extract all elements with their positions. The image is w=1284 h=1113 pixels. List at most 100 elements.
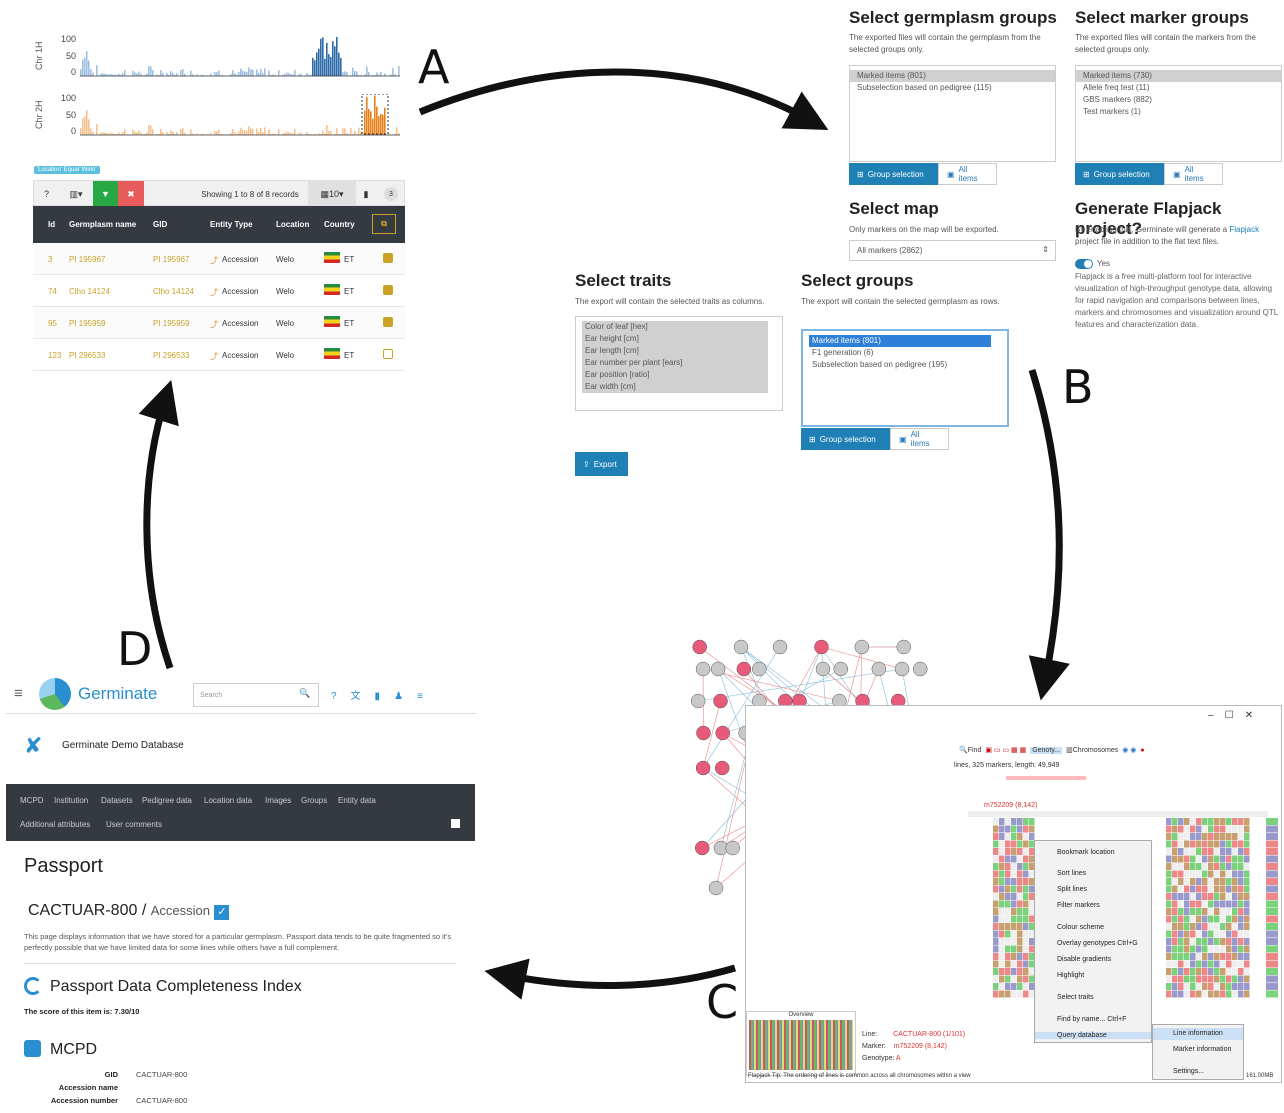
search-icon[interactable]: 🔍 (299, 688, 310, 699)
chromosome-chart-2h[interactable]: Chr 2H 100 50 0 (34, 93, 404, 136)
nav-item[interactable]: User comments (106, 820, 162, 829)
nav-item[interactable]: Additional attributes (20, 820, 90, 829)
nav-item[interactable]: Location data (204, 796, 252, 805)
trash-icon[interactable]: ▮ (356, 181, 376, 207)
page-size-select[interactable]: ▦ 10 ▾ (308, 181, 356, 207)
cell-id[interactable]: 74 (48, 287, 57, 296)
groups-list[interactable]: Marked items (801) F1 generation (6) Sub… (801, 329, 1009, 427)
nav-item[interactable]: Groups (301, 796, 327, 805)
menu-item[interactable]: Query database (1035, 1032, 1151, 1039)
pedigree-node[interactable] (736, 661, 752, 677)
pedigree-node[interactable] (815, 661, 831, 677)
list-item[interactable]: Ear width [cm] (585, 381, 765, 393)
traits-list[interactable]: Color of leaf [hex] Ear height [cm] Ear le… (575, 316, 783, 411)
pedigree-node[interactable] (896, 639, 912, 655)
nav-icons[interactable]: ◉ ◉ (1122, 746, 1136, 754)
list-item[interactable]: GBS markers (882) (1076, 94, 1281, 106)
pedigree-node[interactable] (690, 693, 706, 709)
pedigree-node[interactable] (912, 661, 928, 677)
pedigree-node[interactable] (694, 840, 710, 856)
row-checkbox[interactable] (383, 317, 393, 327)
cell-id[interactable]: 123 (48, 351, 61, 360)
help-icon[interactable]: ? (34, 181, 59, 207)
all-items-button[interactable]: ▣ All items (938, 163, 997, 185)
menu-item-marker-info[interactable]: Marker information (1173, 1046, 1231, 1053)
nav-item[interactable]: Images (265, 796, 291, 805)
cell-name[interactable]: PI 195967 (69, 255, 105, 264)
list-item[interactable]: F1 generation (6) (809, 347, 991, 359)
flapjack-toggle[interactable] (1075, 259, 1093, 269)
toolbar-icons[interactable]: ▣ ▭ ▭ ▦ ▦ (985, 746, 1026, 754)
pedigree-node[interactable] (725, 840, 740, 856)
window-controls[interactable]: – ☐ ✕ (1208, 710, 1253, 721)
menu-item-line-info[interactable]: Line information (1153, 1028, 1243, 1040)
marked-count-badge[interactable]: 3 (384, 187, 398, 201)
nav-item[interactable]: Pedigree data (142, 796, 192, 805)
chromosome-chart-1h[interactable]: Chr 1H 100 50 0 (34, 34, 404, 77)
pedigree-node[interactable] (710, 661, 726, 677)
list-item[interactable]: Marked items (801) (850, 70, 1055, 82)
group-selection-button[interactable]: ⊞ Group selection (1075, 163, 1164, 185)
list-item[interactable]: Subselection based on pedigree (115) (850, 82, 1055, 94)
list-item[interactable]: Subselection based on pedigree (195) (809, 359, 991, 371)
pedigree-node[interactable] (714, 760, 730, 776)
row-checkbox[interactable] (383, 349, 393, 359)
brand-name[interactable]: Germinate (78, 684, 157, 704)
help-icon[interactable]: ● (1140, 747, 1144, 754)
map-select[interactable]: All markers (2862) ⇕ (849, 240, 1056, 261)
col-location[interactable]: Location (276, 220, 309, 229)
pedigree-node[interactable] (713, 693, 728, 709)
cell-gid[interactable]: PI 195967 (153, 255, 189, 264)
marker-groups-list[interactable]: Marked items (730) Allele freq test (11)… (1075, 65, 1282, 162)
row-checkbox[interactable] (383, 253, 393, 263)
marked-checkbox-icon[interactable]: ✓ (214, 905, 230, 920)
cell-gid[interactable]: PI 195959 (153, 319, 189, 328)
nav-item[interactable]: MCPD (20, 796, 44, 805)
menu-item[interactable]: Overlay genotypes Ctrl+G (1057, 940, 1138, 947)
col-id[interactable]: Id (48, 220, 55, 229)
menu-item[interactable]: Disable gradients (1057, 956, 1111, 963)
cell-name[interactable]: Clho 14124 (69, 287, 110, 296)
table-row[interactable]: 123 PI 296533 PI 296533 ⤴ Accession Welo… (33, 339, 405, 371)
cell-gid[interactable]: PI 296533 (153, 351, 189, 360)
germplasm-groups-list[interactable]: Marked items (801) Subselection based on… (849, 65, 1056, 162)
nav-checkbox-icon[interactable] (451, 819, 460, 828)
list-item[interactable]: Ear position [ratio] (585, 369, 765, 381)
pedigree-node[interactable] (772, 639, 788, 655)
list-item[interactable]: Test markers (1) (1076, 106, 1281, 118)
list-item[interactable]: Marked items (801) (809, 335, 991, 347)
menu-item[interactable]: Split lines (1057, 886, 1087, 893)
group-selection-button[interactable]: ⊞ Group selection (849, 163, 938, 185)
menu-item-settings[interactable]: Settings... (1173, 1068, 1204, 1075)
list-item[interactable]: Allele freq test (11) (1076, 82, 1281, 94)
all-items-button[interactable]: ▣ All items (890, 428, 949, 450)
menu-item[interactable]: Select traits (1057, 994, 1094, 1001)
delete-filter-icon[interactable]: ✖ (118, 181, 144, 207)
list-item[interactable]: Ear length [cm] (585, 345, 765, 357)
pedigree-node[interactable] (696, 725, 711, 741)
cell-id[interactable]: 3 (48, 255, 52, 264)
col-name[interactable]: Germplasm name (69, 220, 136, 229)
row-checkbox[interactable] (383, 285, 393, 295)
pedigree-node[interactable] (833, 661, 849, 677)
table-row[interactable]: 3 PI 195967 PI 195967 ⤴ Accession Welo E… (33, 243, 405, 275)
cell-name[interactable]: PI 296533 (69, 351, 105, 360)
menu-item[interactable]: Filter markers (1057, 902, 1100, 909)
header-icons[interactable]: ?文▮♟≡ (331, 687, 437, 702)
pedigree-node[interactable] (692, 639, 707, 655)
list-item[interactable]: Color of leaf [hex] (585, 321, 765, 333)
hamburger-icon[interactable]: ≡ (14, 685, 23, 702)
col-gid[interactable]: GID (153, 220, 167, 229)
menu-item[interactable]: Find by name... Ctrl+F (1057, 1016, 1126, 1023)
nav-item[interactable]: Datasets (101, 796, 133, 805)
list-item[interactable]: Marked items (730) (1076, 70, 1281, 82)
filter-icon[interactable]: ▼ (93, 181, 118, 207)
all-items-button[interactable]: ▣ All items (1164, 163, 1223, 185)
pedigree-node[interactable] (695, 661, 711, 677)
cell-id[interactable]: 95 (48, 319, 57, 328)
mark-all-icon[interactable]: ⧉ (372, 214, 396, 234)
filter-chip[interactable]: 'Location' Equal 'Welo' (34, 166, 100, 174)
columns-icon[interactable]: ▥▾ (59, 181, 93, 207)
export-button[interactable]: ⇪ Export (575, 452, 628, 476)
pedigree-node[interactable] (814, 639, 829, 655)
